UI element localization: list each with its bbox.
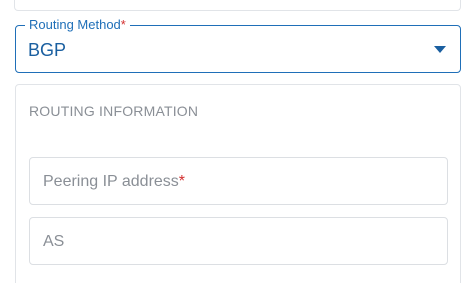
routing-method-label-text: Routing Method — [29, 17, 121, 32]
routing-form: Routing Method* BGP ROUTING INFORMATION … — [0, 0, 470, 283]
routing-information-panel: ROUTING INFORMATION Peering IP address* … — [15, 84, 461, 283]
previous-section-card — [14, 0, 461, 11]
as-field[interactable]: AS — [29, 217, 448, 265]
as-placeholder: AS — [43, 233, 65, 250]
routing-method-select[interactable]: Routing Method* BGP — [15, 16, 461, 73]
routing-method-value: BGP — [28, 40, 67, 60]
peering-ip-address-field[interactable]: Peering IP address* — [29, 157, 448, 205]
required-asterisk: * — [178, 173, 186, 190]
caret-down-icon[interactable] — [434, 46, 446, 53]
peering-ip-address-placeholder: Peering IP address* — [43, 172, 185, 192]
routing-method-label: Routing Method* — [25, 16, 130, 34]
peering-ip-address-placeholder-text: Peering IP address — [43, 173, 179, 190]
required-asterisk: * — [120, 17, 126, 32]
routing-information-title: ROUTING INFORMATION — [29, 103, 199, 119]
